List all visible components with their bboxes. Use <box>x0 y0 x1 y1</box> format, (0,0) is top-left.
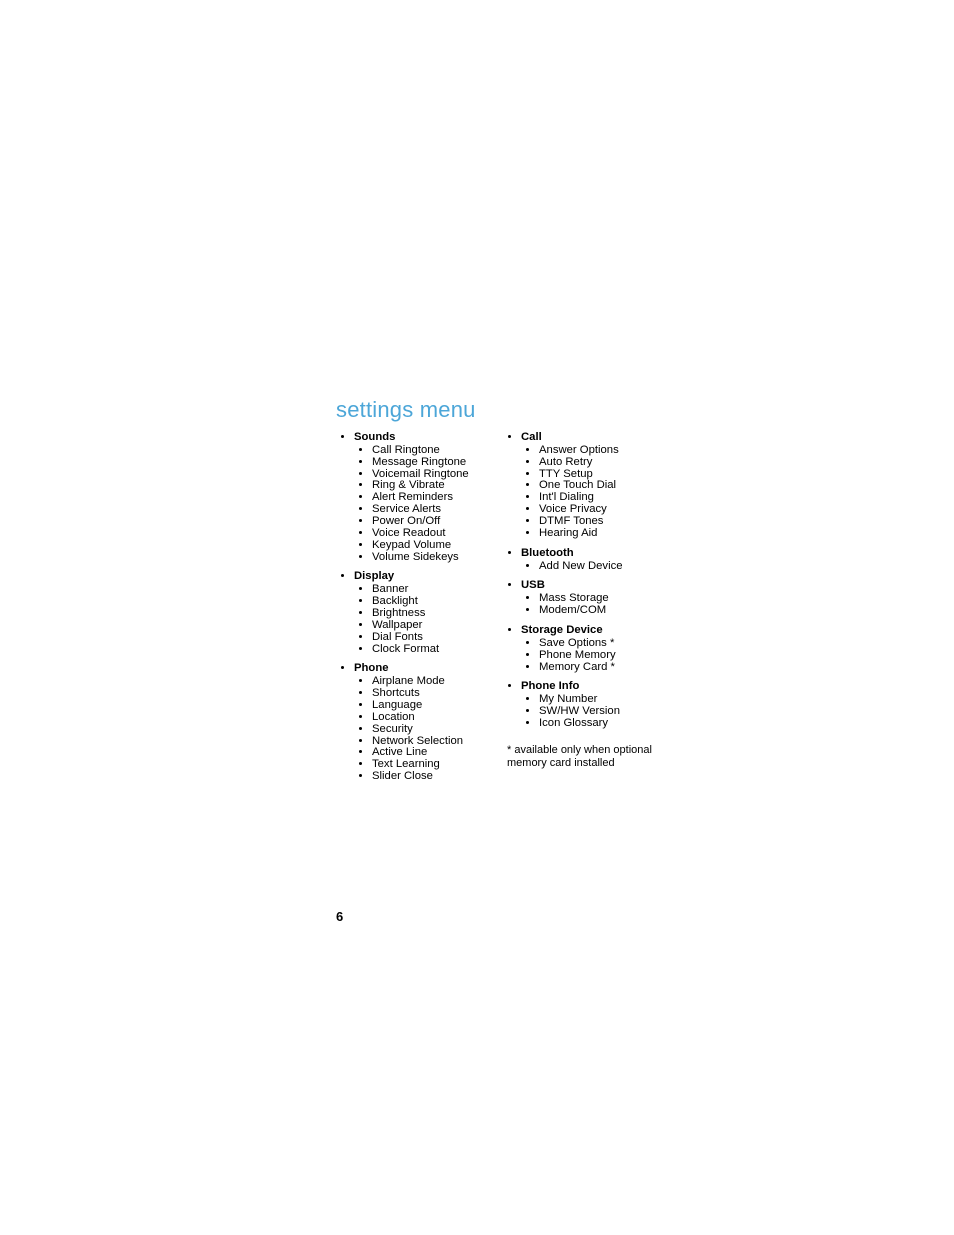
section-storage-device: Storage Device Save Options * Phone Memo… <box>521 625 652 673</box>
page-title: settings menu <box>336 397 476 423</box>
section-sounds: Sounds Call Ringtone Message Ringtone Vo… <box>354 432 485 563</box>
section-phone-info: Phone Info My Number SW/HW Version Icon … <box>521 681 652 729</box>
item-list: Save Options * Phone Memory Memory Card … <box>521 638 652 674</box>
list-item: Phone Memory <box>539 650 652 662</box>
list-item: Slider Close <box>372 771 485 783</box>
list-item: Modem/COM <box>539 605 652 617</box>
list-item: Answer Options <box>539 445 652 457</box>
item-list: Answer Options Auto Retry TTY Setup One … <box>521 445 652 540</box>
list-item: Security <box>372 724 485 736</box>
item-list: Mass Storage Modem/COM <box>521 593 652 617</box>
section-title: Bluetooth <box>521 547 574 559</box>
page-number: 6 <box>336 909 343 924</box>
list-item: Add New Device <box>539 561 652 573</box>
section-phone: Phone Airplane Mode Shortcuts Language L… <box>354 663 485 783</box>
list-item: Location <box>372 712 485 724</box>
section-list: Call Answer Options Auto Retry TTY Setup… <box>507 432 652 730</box>
section-list: Sounds Call Ringtone Message Ringtone Vo… <box>340 432 485 783</box>
section-title: Storage Device <box>521 624 603 636</box>
item-list: Add New Device <box>521 561 652 573</box>
section-title: Phone <box>354 662 389 674</box>
column-2: Call Answer Options Auto Retry TTY Setup… <box>507 432 652 791</box>
list-item: Hearing Aid <box>539 528 652 540</box>
section-display: Display Banner Backlight Brightness Wall… <box>354 571 485 655</box>
list-item: Call Ringtone <box>372 445 485 457</box>
section-bluetooth: Bluetooth Add New Device <box>521 548 652 573</box>
list-item: Save Options * <box>539 638 652 650</box>
section-title: Sounds <box>354 431 395 443</box>
list-item: Icon Glossary <box>539 718 652 730</box>
list-item: Message Ringtone <box>372 457 485 469</box>
list-item: Keypad Volume <box>372 540 485 552</box>
section-usb: USB Mass Storage Modem/COM <box>521 580 652 617</box>
footnote: * available only when optional memory ca… <box>507 744 652 769</box>
list-item: Volume Sidekeys <box>372 552 485 564</box>
section-title: USB <box>521 579 545 591</box>
item-list: Banner Backlight Brightness Wallpaper Di… <box>354 584 485 655</box>
list-item: Wallpaper <box>372 620 485 632</box>
section-title: Display <box>354 570 394 582</box>
column-1: Sounds Call Ringtone Message Ringtone Vo… <box>340 432 485 791</box>
list-item: Dial Fonts <box>372 632 485 644</box>
item-list: Airplane Mode Shortcuts Language Locatio… <box>354 676 485 783</box>
list-item: Clock Format <box>372 644 485 656</box>
section-title: Phone Info <box>521 680 579 692</box>
section-call: Call Answer Options Auto Retry TTY Setup… <box>521 432 652 540</box>
item-list: Call Ringtone Message Ringtone Voicemail… <box>354 445 485 564</box>
menu-columns: Sounds Call Ringtone Message Ringtone Vo… <box>340 432 652 791</box>
item-list: My Number SW/HW Version Icon Glossary <box>521 694 652 730</box>
document-page: settings menu Sounds Call Ringtone Messa… <box>0 0 954 1235</box>
list-item: Voice Readout <box>372 528 485 540</box>
section-title: Call <box>521 431 542 443</box>
list-item: Memory Card * <box>539 662 652 674</box>
list-item: Auto Retry <box>539 457 652 469</box>
